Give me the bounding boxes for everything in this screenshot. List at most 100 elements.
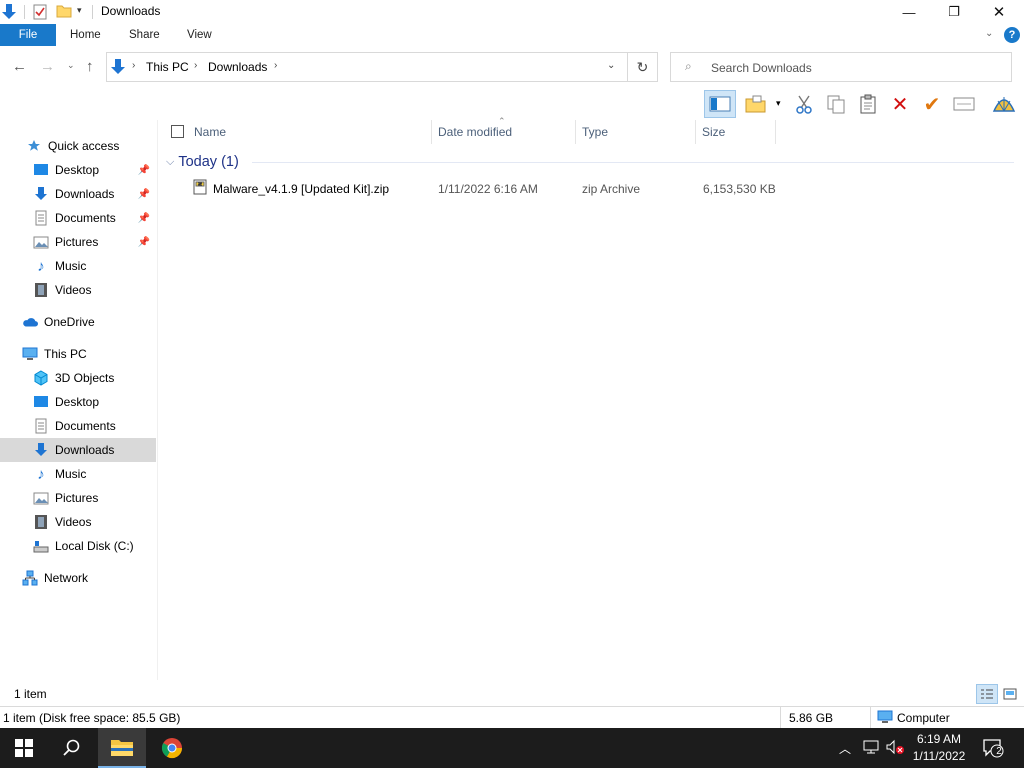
minimize-button[interactable]: — [886, 0, 932, 24]
breadcrumb-downloads[interactable]: Downloads [208, 60, 267, 74]
nav-label: OneDrive [44, 315, 95, 329]
nav-pc-documents[interactable]: Documents [0, 414, 156, 438]
nav-quick-downloads[interactable]: Downloads 📌 [0, 182, 156, 206]
nav-label: Videos [55, 515, 92, 529]
volume-muted-icon[interactable] [885, 739, 905, 758]
maximize-button[interactable]: ❐ [931, 0, 977, 24]
nav-pc-pictures[interactable]: Pictures [0, 486, 156, 510]
nav-pc-3d-objects[interactable]: 3D Objects [0, 366, 156, 390]
nav-label: Desktop [55, 163, 100, 177]
search-button[interactable] [48, 728, 96, 768]
delete-icon[interactable]: ✕ [886, 90, 914, 118]
nav-quick-access[interactable]: Quick access [0, 134, 156, 158]
item-count: 1 item [14, 687, 47, 701]
show-hidden-icons-icon[interactable]: ︿ [839, 740, 851, 757]
expand-ribbon-icon[interactable]: ⌄ [985, 28, 993, 39]
close-button[interactable]: ✕ [976, 0, 1022, 24]
ribbon-tabs: File Home Share View ⌄ ? [0, 24, 1024, 46]
separator [870, 707, 871, 728]
nav-quick-pictures[interactable]: Pictures 📌 [0, 230, 156, 254]
paste-icon[interactable] [854, 90, 882, 118]
chrome-icon [161, 738, 183, 759]
copy-icon[interactable] [822, 90, 850, 118]
file-row[interactable]: Malware_v4.1.9 [Updated Kit].zip 1/11/20… [188, 178, 788, 200]
breadcrumb-chevron-icon[interactable]: › [274, 60, 277, 71]
cloud-icon [22, 314, 38, 330]
collapse-chevron-icon[interactable]: ⌵ [166, 156, 174, 169]
help-icon[interactable]: ? [1004, 27, 1020, 43]
clock-date[interactable]: 1/11/2022 [909, 749, 969, 763]
nav-label: Downloads [55, 443, 115, 457]
dropdown-arrow-icon[interactable]: ▾ [776, 98, 781, 109]
breadcrumb-chevron-icon[interactable]: › [132, 60, 135, 71]
chrome-taskbar-button[interactable] [148, 728, 196, 768]
preview-pane-icon[interactable] [704, 90, 736, 118]
group-header-today[interactable]: ⌵ Today (1) [166, 152, 239, 172]
computer-icon [22, 346, 38, 362]
rename-icon[interactable] [950, 90, 978, 118]
breadcrumb-chevron-icon[interactable]: › [194, 60, 197, 71]
nav-onedrive[interactable]: OneDrive [0, 310, 156, 334]
tab-file[interactable]: File [0, 24, 56, 46]
column-name[interactable]: Name [188, 120, 432, 144]
nav-network[interactable]: Network [0, 566, 156, 590]
nav-quick-music[interactable]: ♪ Music [0, 254, 156, 278]
nav-label: Documents [55, 211, 116, 225]
checkmark-icon[interactable]: ✔ [918, 90, 946, 118]
local-disk-icon [33, 538, 49, 554]
address-dropdown-icon[interactable]: ⌄ [607, 60, 615, 71]
navigation-row: ← → ⌄ ↑ › This PC › Downloads › ⌄ ↻ ⌕ Se… [0, 50, 1024, 84]
address-bar[interactable]: › This PC › Downloads › ⌄ [106, 52, 628, 82]
column-size[interactable]: Size [696, 120, 776, 144]
file-size: 6,153,530 KB [703, 182, 776, 196]
nav-pc-videos[interactable]: Videos [0, 510, 156, 534]
nav-quick-documents[interactable]: Documents 📌 [0, 206, 156, 230]
location-label: Computer [897, 711, 950, 725]
search-input[interactable]: ⌕ Search Downloads [670, 52, 1012, 82]
folder-icon [111, 740, 133, 756]
up-arrow-icon[interactable]: ↑ [86, 58, 94, 75]
shell-globe-icon[interactable] [990, 90, 1018, 118]
nav-label: Music [55, 259, 87, 273]
downloads-icon [33, 442, 49, 458]
nav-pc-local-disk[interactable]: Local Disk (C:) [0, 534, 156, 558]
custom-toolbar: ▾ ✕ ✔ [700, 88, 1024, 118]
tab-home[interactable]: Home [62, 24, 109, 46]
star-icon [26, 138, 42, 154]
file-explorer-taskbar-button[interactable] [98, 728, 146, 768]
large-icons-view-icon[interactable] [1000, 686, 1020, 702]
refresh-button[interactable]: ↻ [628, 52, 658, 82]
window-title: Downloads [101, 4, 161, 18]
recent-locations-icon[interactable]: ⌄ [67, 60, 75, 71]
new-folder-toolbar-icon[interactable] [742, 90, 770, 118]
properties-icon[interactable] [33, 4, 47, 23]
separator [92, 5, 93, 19]
nav-pc-desktop[interactable]: Desktop [0, 390, 156, 414]
nav-pc-downloads[interactable]: Downloads [0, 438, 156, 462]
cut-icon[interactable] [790, 90, 818, 118]
breadcrumb-this-pc[interactable]: This PC [146, 60, 189, 74]
nav-quick-desktop[interactable]: Desktop 📌 [0, 158, 156, 182]
downloads-arrow-icon[interactable] [0, 3, 18, 24]
disk-info-text: 1 item (Disk free space: 85.5 GB) [3, 711, 181, 725]
column-type[interactable]: Type [576, 120, 696, 144]
pin-icon: 📌 [137, 188, 150, 200]
nav-pc-music[interactable]: ♪ Music [0, 462, 156, 486]
nav-label: Music [55, 467, 87, 481]
new-folder-icon[interactable] [56, 4, 72, 21]
nav-quick-videos[interactable]: Videos [0, 278, 156, 302]
customize-qat-icon[interactable]: ▾ [77, 5, 82, 16]
details-view-icon[interactable] [976, 684, 998, 704]
file-date: 1/11/2022 6:16 AM [438, 182, 538, 196]
tab-share[interactable]: Share [121, 24, 168, 46]
forward-arrow-icon[interactable]: → [40, 58, 55, 75]
clock-time[interactable]: 6:19 AM [909, 732, 969, 746]
network-tray-icon[interactable] [862, 739, 880, 758]
file-name[interactable]: Malware_v4.1.9 [Updated Kit].zip [213, 182, 389, 196]
select-all-checkbox[interactable] [171, 125, 184, 138]
back-arrow-icon[interactable]: ← [12, 58, 27, 75]
start-button[interactable] [0, 728, 48, 768]
tab-view[interactable]: View [179, 24, 220, 46]
nav-this-pc[interactable]: This PC [0, 342, 156, 366]
nav-label: Videos [55, 283, 92, 297]
